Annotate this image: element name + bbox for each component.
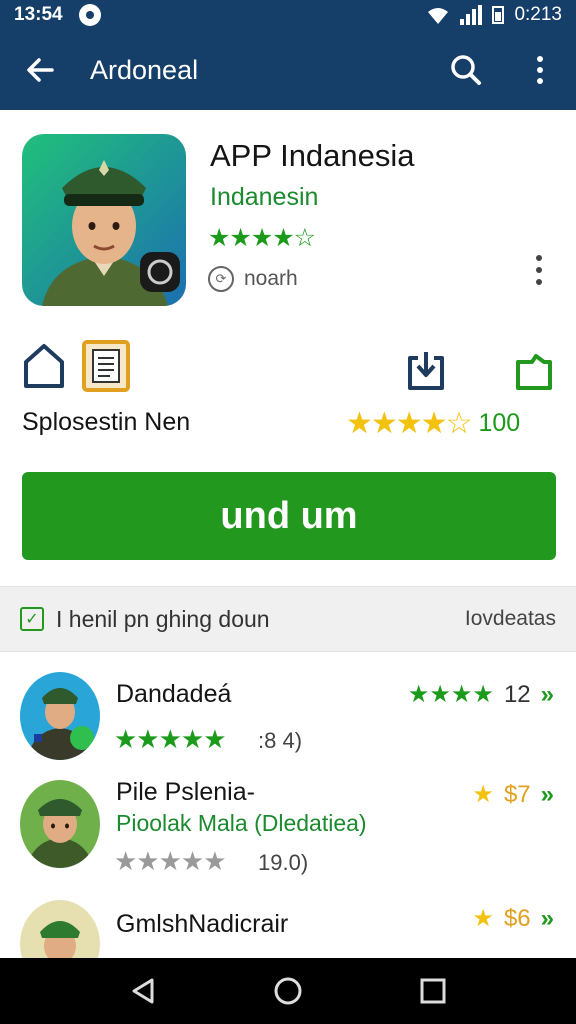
- list-item-right-value: $7: [503, 780, 531, 808]
- back-arrow-icon: [27, 58, 54, 82]
- list-item-title: Pile Pslenia-: [116, 778, 255, 806]
- app-bar: Ardoneal: [0, 30, 576, 110]
- back-button[interactable]: [0, 30, 80, 110]
- app-more-icon[interactable]: [524, 252, 554, 288]
- search-button[interactable]: [446, 50, 486, 90]
- back-triangle-icon[interactable]: [128, 976, 158, 1006]
- more-vert-icon[interactable]: [520, 50, 560, 90]
- search-icon: [451, 55, 481, 85]
- avatar: [20, 672, 100, 760]
- list-item-right-stars: ★★★★: [407, 681, 494, 708]
- install-button[interactable]: und um: [22, 472, 556, 560]
- app-name: APP Indanesia: [210, 138, 415, 173]
- download-button[interactable]: [406, 350, 446, 397]
- bookmark-button[interactable]: [22, 342, 66, 395]
- notification-icon: [78, 4, 101, 26]
- list-item-title: Dandadeá: [116, 680, 232, 708]
- rating-count: 100: [478, 409, 521, 437]
- download-icon: [408, 352, 444, 390]
- list-item[interactable]: Dandadeá ★★★★★ :8 4) ★★★★ 12 »: [0, 672, 576, 782]
- system-nav-bar: [0, 958, 576, 1024]
- status-bar: 13:54 0:213: [0, 0, 576, 30]
- app-tag: ⟳ noarh: [208, 266, 298, 292]
- list-item-count: 19.0): [258, 850, 309, 875]
- filter-checkbox[interactable]: ✓: [20, 607, 44, 631]
- app-rating-stars: ★★★★☆: [208, 224, 316, 252]
- list-item-count: :8 4): [258, 728, 303, 753]
- battery-icon: [492, 6, 505, 24]
- expand-arrow-icon[interactable]: »: [541, 905, 554, 933]
- document-button[interactable]: [82, 340, 130, 397]
- list-item-meta: ★★★★ 12 »: [408, 680, 554, 709]
- bookmark-icon: [24, 344, 64, 388]
- app-icon: [22, 134, 186, 306]
- list-item-meta: ★ $7 »: [472, 780, 554, 809]
- signal-icon: [460, 5, 483, 25]
- list-item-title: GmlshNadicrair: [116, 910, 289, 938]
- status-right-text: 0:213: [514, 4, 562, 25]
- list-item-subtitle: Pioolak Mala (Dledatiea): [116, 810, 367, 836]
- app-tag-label: noarh: [244, 267, 298, 290]
- filter-bar: ✓ I henil pn ghing doun Iovdeatas: [0, 586, 576, 652]
- app-bar-title: Ardoneal: [90, 54, 199, 85]
- list-item-stars: ★★★★★: [114, 846, 227, 876]
- status-time: 13:54: [14, 4, 63, 25]
- list-item[interactable]: Pile Pslenia- Pioolak Mala (Dledatiea) ★…: [0, 778, 576, 890]
- list-item-right-stars: ★: [472, 781, 494, 808]
- expand-arrow-icon[interactable]: »: [541, 781, 554, 809]
- rating-summary: ★★★★☆ 100: [346, 406, 520, 441]
- list-item-stars: ★★★★★: [114, 724, 227, 754]
- list-item-right-value: 12: [503, 680, 531, 708]
- tag-icon: ⟳: [208, 266, 234, 292]
- filter-link[interactable]: Iovdeatas: [465, 607, 556, 631]
- home-circle-icon[interactable]: [273, 976, 303, 1006]
- filter-text: I henil pn ghing doun: [56, 605, 270, 632]
- share-button[interactable]: [514, 352, 554, 397]
- share-icon: [516, 354, 552, 390]
- recents-square-icon[interactable]: [418, 976, 448, 1006]
- avatar: [20, 780, 100, 868]
- list-item-meta: ★ $6 »: [472, 904, 554, 933]
- developer-name[interactable]: Indanesin: [210, 183, 318, 212]
- rating-summary-stars: ★★★★☆: [346, 407, 472, 440]
- document-icon: [82, 340, 130, 392]
- list-item-right-stars: ★: [472, 905, 494, 932]
- section-label: Splosestin Nen: [22, 408, 191, 436]
- list-item-right-value: $6: [503, 904, 531, 932]
- wifi-icon: [428, 8, 449, 24]
- expand-arrow-icon[interactable]: »: [541, 681, 554, 709]
